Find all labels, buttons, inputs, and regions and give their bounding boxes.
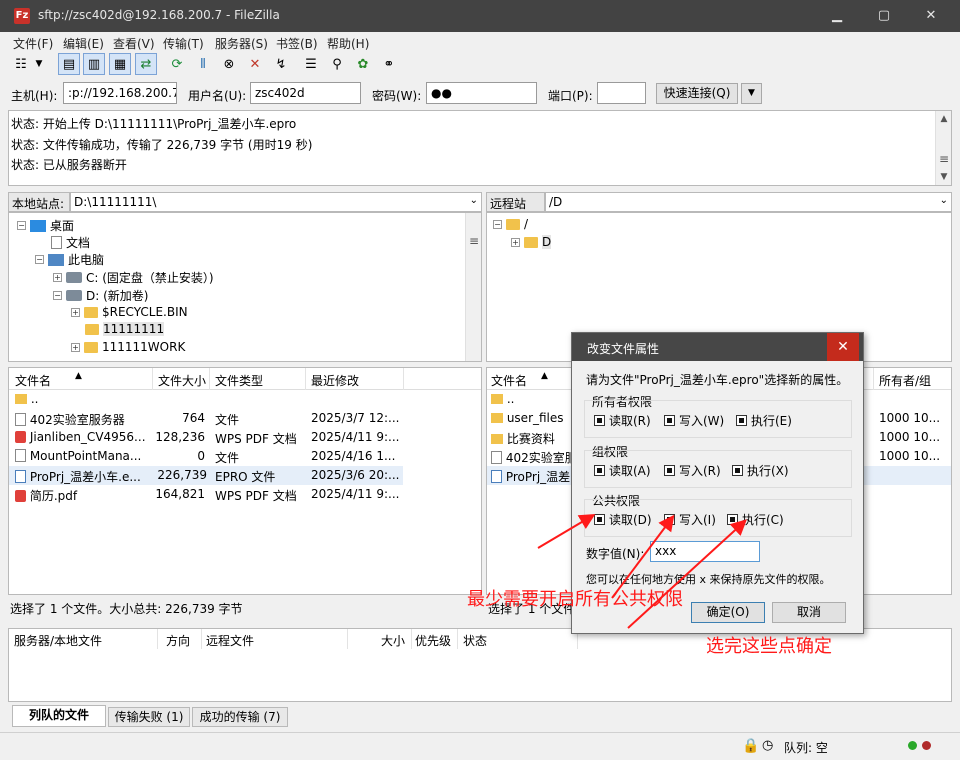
annotation-arrow: [627, 519, 747, 629]
annotation-note-min-permissions: 最少需要开启所有公共权限: [467, 589, 683, 610]
annotation-arrow: [537, 513, 596, 549]
annotation-note-confirm: 选完这些点确定: [706, 636, 832, 657]
